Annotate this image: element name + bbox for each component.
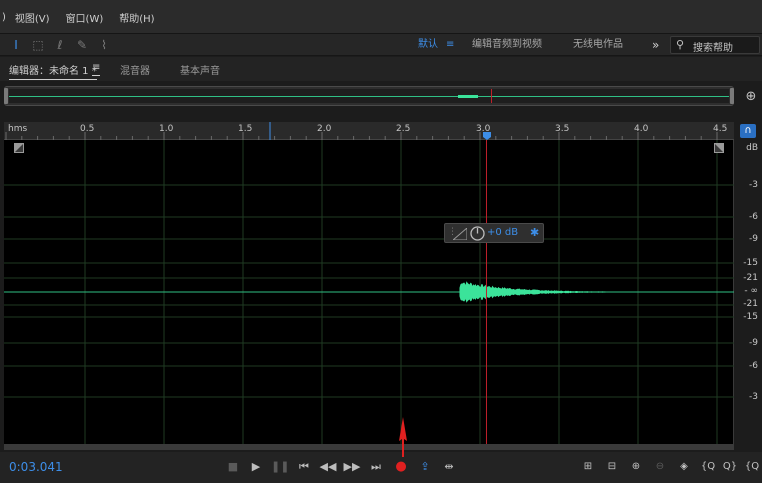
current-time-display[interactable]: 0:03.041	[9, 460, 63, 474]
db-unit-label: dB	[746, 143, 758, 153]
overview-left-handle[interactable]	[4, 88, 8, 104]
db-tick-label: -9	[749, 338, 758, 348]
marquee-selection-tool-icon[interactable]: ⬚	[30, 37, 46, 53]
overview-playhead	[491, 89, 492, 103]
zoom-out-amplitude-icon[interactable]: ⊟	[602, 458, 622, 476]
tab-mixer[interactable]: 混音器	[120, 62, 150, 77]
zoom-in-at-end-icon[interactable]: Q}	[720, 458, 740, 476]
workspace-radio-production[interactable]: 无线电作品	[573, 36, 623, 54]
search-icon: ⚲	[676, 38, 685, 51]
playhead-handle-icon	[483, 132, 491, 140]
tab-editor[interactable]: 编辑器：未命名 1 *	[9, 62, 97, 80]
db-tick-label: -15	[743, 312, 758, 322]
waveform-overview[interactable]	[4, 86, 734, 106]
fade-in-handle-icon	[14, 143, 24, 153]
toolbar: I ⬚ ℓ ✎ ⌇ 默认 ≡ 编辑音频到视频 无线电作品 » ⚲ 搜索帮助	[0, 34, 762, 56]
move-to-previous-button[interactable]: ⏮	[295, 458, 313, 476]
transport-bar: 0:03.041 ■ ▶ ❚❚ ⏮ ◀◀ ▶▶ ⏭ ● ⇪ ⇹ ⊞ ⊟ ⊕ ⊖ …	[0, 452, 762, 483]
overview-track	[9, 89, 729, 103]
more-workspaces-icon[interactable]: »	[652, 36, 659, 54]
time-selection-tool-icon[interactable]: I	[8, 37, 24, 53]
zoom-to-selection-icon[interactable]: {Q	[742, 458, 762, 476]
overview-waveform-burst	[458, 95, 478, 98]
red-annotation-arrow	[399, 417, 407, 457]
db-tick-label: -15	[743, 258, 758, 268]
time-ruler[interactable]: hms 0.5 1.0 1.5 2.0 2.5 3.0 3.5 4.0 4.5	[4, 122, 734, 140]
zoom-in-amplitude-icon[interactable]: ⊞	[578, 458, 598, 476]
zoom-navigator-icon[interactable]: ⊕	[742, 88, 760, 106]
gain-value: +0 dB	[487, 227, 519, 238]
spot-healing-brush-tool-icon[interactable]: ⌇	[96, 37, 112, 53]
stop-button[interactable]: ■	[224, 458, 242, 476]
skip-selection-icon[interactable]: ⇹	[440, 458, 458, 476]
workspace-menu-icon[interactable]: ≡	[446, 36, 454, 54]
zoom-in-time-icon[interactable]: ⊕	[626, 458, 646, 476]
play-button[interactable]: ▶	[247, 458, 265, 476]
db-tick-label: -3	[749, 392, 758, 402]
zoom-in-at-start-icon[interactable]: {Q	[698, 458, 718, 476]
fast-forward-button[interactable]: ▶▶	[343, 458, 361, 476]
volume-level-icon	[453, 228, 467, 240]
db-tick-label: -21	[743, 299, 758, 309]
rewind-button[interactable]: ◀◀	[319, 458, 337, 476]
pause-button[interactable]: ❚❚	[271, 458, 289, 476]
loop-playback-icon[interactable]: ⇪	[416, 458, 434, 476]
tab-essential-sound[interactable]: 基本声音	[180, 62, 220, 77]
workspace-default[interactable]: 默认	[418, 36, 438, 54]
tab-editor-menu-icon[interactable]: ≡	[92, 62, 101, 76]
search-placeholder: 搜索帮助	[693, 43, 733, 54]
snap-magnet-icon[interactable]: ∩	[740, 124, 756, 138]
search-help-input[interactable]: ⚲ 搜索帮助	[670, 36, 760, 54]
db-tick-label: -6	[749, 361, 758, 371]
record-button[interactable]: ●	[392, 458, 410, 476]
db-tick-label: -21	[743, 273, 758, 283]
zoom-out-time-icon[interactable]: ⊖	[650, 458, 670, 476]
gain-knob-icon[interactable]	[470, 226, 485, 241]
waveform-canvas	[4, 140, 734, 444]
amplitude-hud[interactable]: ⋮ +0 dB ✱	[444, 223, 544, 243]
waveform-editor[interactable]	[4, 140, 734, 444]
paintbrush-selection-tool-icon[interactable]: ✎	[74, 37, 90, 53]
horizontal-scrollbar[interactable]	[4, 444, 734, 450]
workspace-edit-audio-to-video[interactable]: 编辑音频到视频	[472, 36, 542, 54]
zoom-out-full-icon[interactable]: ◈	[674, 458, 694, 476]
fade-out-handle-icon	[714, 143, 724, 153]
lasso-selection-tool-icon[interactable]: ℓ	[52, 37, 68, 53]
waveform-burst	[459, 281, 606, 303]
pin-icon[interactable]: ✱	[530, 226, 539, 239]
move-to-next-button[interactable]: ⏭	[367, 458, 385, 476]
menu-item-window[interactable]: 窗口(W)	[66, 10, 104, 25]
ruler-ticks	[5, 122, 718, 140]
db-tick-label: -9	[749, 234, 758, 244]
db-scale: dB -3 -6 -9 -15 -21 - ∞ -21 -15 -9 -6 -3	[734, 140, 762, 444]
menu-item-help[interactable]: 帮助(H)	[119, 10, 154, 25]
overview-right-handle[interactable]	[730, 88, 734, 104]
db-tick-label: -3	[749, 180, 758, 190]
panel-tabs: 编辑器：未命名 1 * ≡ 混音器 基本声音	[0, 57, 762, 81]
menu-item-view[interactable]: 视图(V)	[15, 10, 50, 25]
db-center-label: - ∞	[744, 286, 758, 296]
db-tick-label: -6	[749, 212, 758, 222]
overview-waveform-line	[9, 96, 729, 97]
menu-bar: ) 视图(V) 窗口(W) 帮助(H)	[0, 0, 762, 34]
menu-item-edit-fragment[interactable]: )	[2, 12, 6, 23]
